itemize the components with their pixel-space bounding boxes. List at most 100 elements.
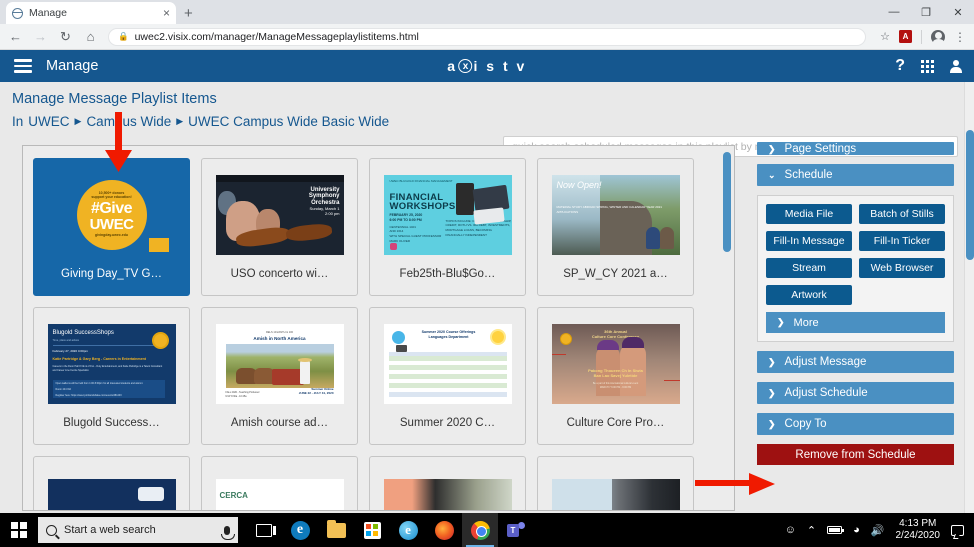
window-controls: — ❐ ✕	[878, 0, 974, 24]
section-copy-to[interactable]: ❯ Copy To	[757, 413, 954, 435]
schedule-web-browser-button[interactable]: Web Browser	[859, 258, 945, 278]
uso-t2: Symphony	[308, 193, 340, 200]
reload-icon[interactable]: ↻	[58, 30, 73, 43]
playlist-card[interactable]: University Symphony Orchestra Sunday, Ma…	[201, 158, 358, 296]
maximize-button[interactable]: ❐	[910, 0, 942, 24]
minimize-button[interactable]: —	[878, 0, 910, 24]
card-caption: Feb25th-Blu$Go…	[399, 267, 496, 280]
page-scrollbar[interactable]	[964, 82, 974, 513]
grid-icon[interactable]	[921, 59, 934, 73]
playlist-card[interactable]: CERCA	[201, 456, 358, 510]
chrome-menu-icon[interactable]: ⋮	[954, 31, 966, 43]
task-view-icon	[256, 523, 276, 537]
card-thumbnail	[551, 478, 680, 510]
chevron-right-icon: ❯	[768, 356, 776, 367]
schedule-stream-button[interactable]: Stream	[766, 258, 852, 278]
playlist-card[interactable]: 36th Annual Culture Core Conference Pako…	[537, 307, 694, 445]
user-icon[interactable]	[950, 59, 962, 73]
breadcrumb-item-campus-wide[interactable]: Campus Wide	[86, 114, 171, 129]
card-caption: Amish course ad…	[230, 416, 329, 429]
people-icon[interactable]: ☺	[785, 524, 796, 536]
chrome-button[interactable]	[462, 513, 498, 547]
internet-explorer-button[interactable]: e	[390, 513, 426, 547]
schedule-fill-in-message-button[interactable]: Fill-In Message	[766, 231, 852, 251]
section-label: Page Settings	[784, 143, 857, 155]
page-title: Manage Message Playlist Items	[12, 91, 217, 107]
task-view-button[interactable]	[246, 513, 282, 547]
breadcrumb-item-uwec[interactable]: UWEC	[28, 114, 69, 129]
section-adjust-schedule[interactable]: ❯ Adjust Schedule	[757, 382, 954, 404]
breadcrumb-item-current[interactable]: UWEC Campus Wide Basic Wide	[188, 114, 389, 129]
taskbar-clock[interactable]: 4:13 PM 2/24/2020	[896, 518, 941, 543]
schedule-media-file-button[interactable]: Media File	[766, 204, 852, 224]
seal-icon	[559, 332, 572, 345]
schedule-actions: Media File Batch of Stills Fill-In Messa…	[757, 195, 954, 342]
playlist-card[interactable]: Blugold SuccessShops Time, place and adv…	[33, 307, 190, 445]
microphone-icon[interactable]	[221, 525, 235, 540]
screen: Manage × + — ❐ ✕ ← → ↻ ⌂ 🔒 uwec2.visix.c…	[0, 0, 974, 547]
schedule-fill-in-ticker-button[interactable]: Fill-In Ticker	[859, 231, 945, 251]
playlist-card[interactable]: 10,500+ donors support your education! #…	[33, 158, 190, 296]
chevron-up-icon[interactable]: ⌃	[807, 524, 816, 537]
playlist-card[interactable]: RELS 101/ANTH & 100 Amish in North Ameri…	[201, 307, 358, 445]
browser-tab[interactable]: Manage ×	[6, 2, 176, 24]
address-bar[interactable]: 🔒 uwec2.visix.com/manager/ManageMessagep…	[108, 27, 867, 46]
section-schedule[interactable]: ⌄ Schedule	[757, 164, 954, 186]
breadcrumb-prefix: In	[12, 114, 24, 129]
blu-brand1: Blugold	[52, 329, 73, 336]
instagram-icon	[389, 242, 397, 250]
remove-from-schedule-button[interactable]: Remove from Schedule	[757, 444, 954, 465]
taskbar-search[interactable]: Start a web search	[38, 517, 238, 543]
schedule-batch-of-stills-button[interactable]: Batch of Stills	[859, 204, 945, 224]
button-row: Artwork	[766, 285, 945, 305]
taskbar-apps: e e T	[246, 513, 534, 547]
volume-icon[interactable]: 🔊	[871, 524, 885, 537]
search-icon	[46, 524, 57, 536]
close-tab-icon[interactable]: ×	[163, 7, 170, 19]
file-explorer-button[interactable]	[318, 513, 354, 547]
app-header-actions: ?	[895, 57, 962, 75]
chevron-down-icon: ⌄	[768, 169, 776, 180]
firefox-button[interactable]	[426, 513, 462, 547]
wifi-icon[interactable]: ◕	[853, 524, 860, 536]
notification-icon[interactable]	[951, 524, 964, 536]
fin-guest2: MARK OLIVER	[389, 238, 411, 243]
blu-body: Careers in the Dunn Hall 8 CE & of FLL -…	[52, 364, 163, 372]
giving-badge	[148, 237, 169, 252]
chevron-right-icon: ❯	[768, 387, 776, 398]
schedule-artwork-button[interactable]: Artwork	[766, 285, 852, 305]
bookmark-star-icon[interactable]: ☆	[880, 30, 890, 43]
page-scrollbar-thumb[interactable]	[966, 130, 974, 260]
playlist-card[interactable]	[537, 456, 694, 510]
sp-script: Now Open!	[556, 179, 602, 190]
profile-avatar-icon[interactable]	[931, 29, 945, 45]
help-icon[interactable]: ?	[895, 57, 905, 75]
section-label: Schedule	[784, 169, 833, 181]
edge-button[interactable]: e	[282, 513, 318, 547]
playlist-card[interactable]: Summer 2020 Course Offerings Languages D…	[369, 307, 526, 445]
playlist-card[interactable]	[369, 456, 526, 510]
pdf-extension-icon[interactable]: A	[899, 30, 912, 43]
back-icon[interactable]: ←	[8, 30, 23, 43]
forward-icon[interactable]: →	[33, 30, 48, 43]
more-label: More	[793, 316, 819, 329]
toolbar-right: ☆ A ⋮	[876, 29, 966, 45]
playlist-card[interactable]: UWEC BLUGOLD FINANCIAL MANAGEMENT FINANC…	[369, 158, 526, 296]
playlist-card[interactable]: Now Open! MATERIAL STUDY ABROAD SPRING, …	[537, 158, 694, 296]
cul-t2: Ban Lao Savej Yuletide	[593, 373, 638, 379]
close-window-button[interactable]: ✕	[942, 0, 974, 24]
microsoft-store-button[interactable]	[354, 513, 390, 547]
hamburger-icon[interactable]	[14, 56, 32, 76]
schedule-more-button[interactable]: ❯ More	[766, 312, 945, 333]
panel-scrollbar-thumb[interactable]	[723, 152, 731, 252]
section-page-settings[interactable]: ❯ Page Settings	[757, 142, 954, 155]
home-icon[interactable]: ⌂	[83, 30, 98, 43]
playlist-card[interactable]	[33, 456, 190, 510]
teams-button[interactable]: T	[498, 513, 534, 547]
section-adjust-message[interactable]: ❯ Adjust Message	[757, 351, 954, 373]
new-tab-button[interactable]: +	[184, 6, 193, 21]
card-grid: 10,500+ donors support your education! #…	[23, 146, 734, 510]
blu-tagline: Time, place and advice	[52, 338, 80, 342]
battery-icon[interactable]	[827, 526, 845, 534]
start-button[interactable]	[0, 513, 38, 547]
